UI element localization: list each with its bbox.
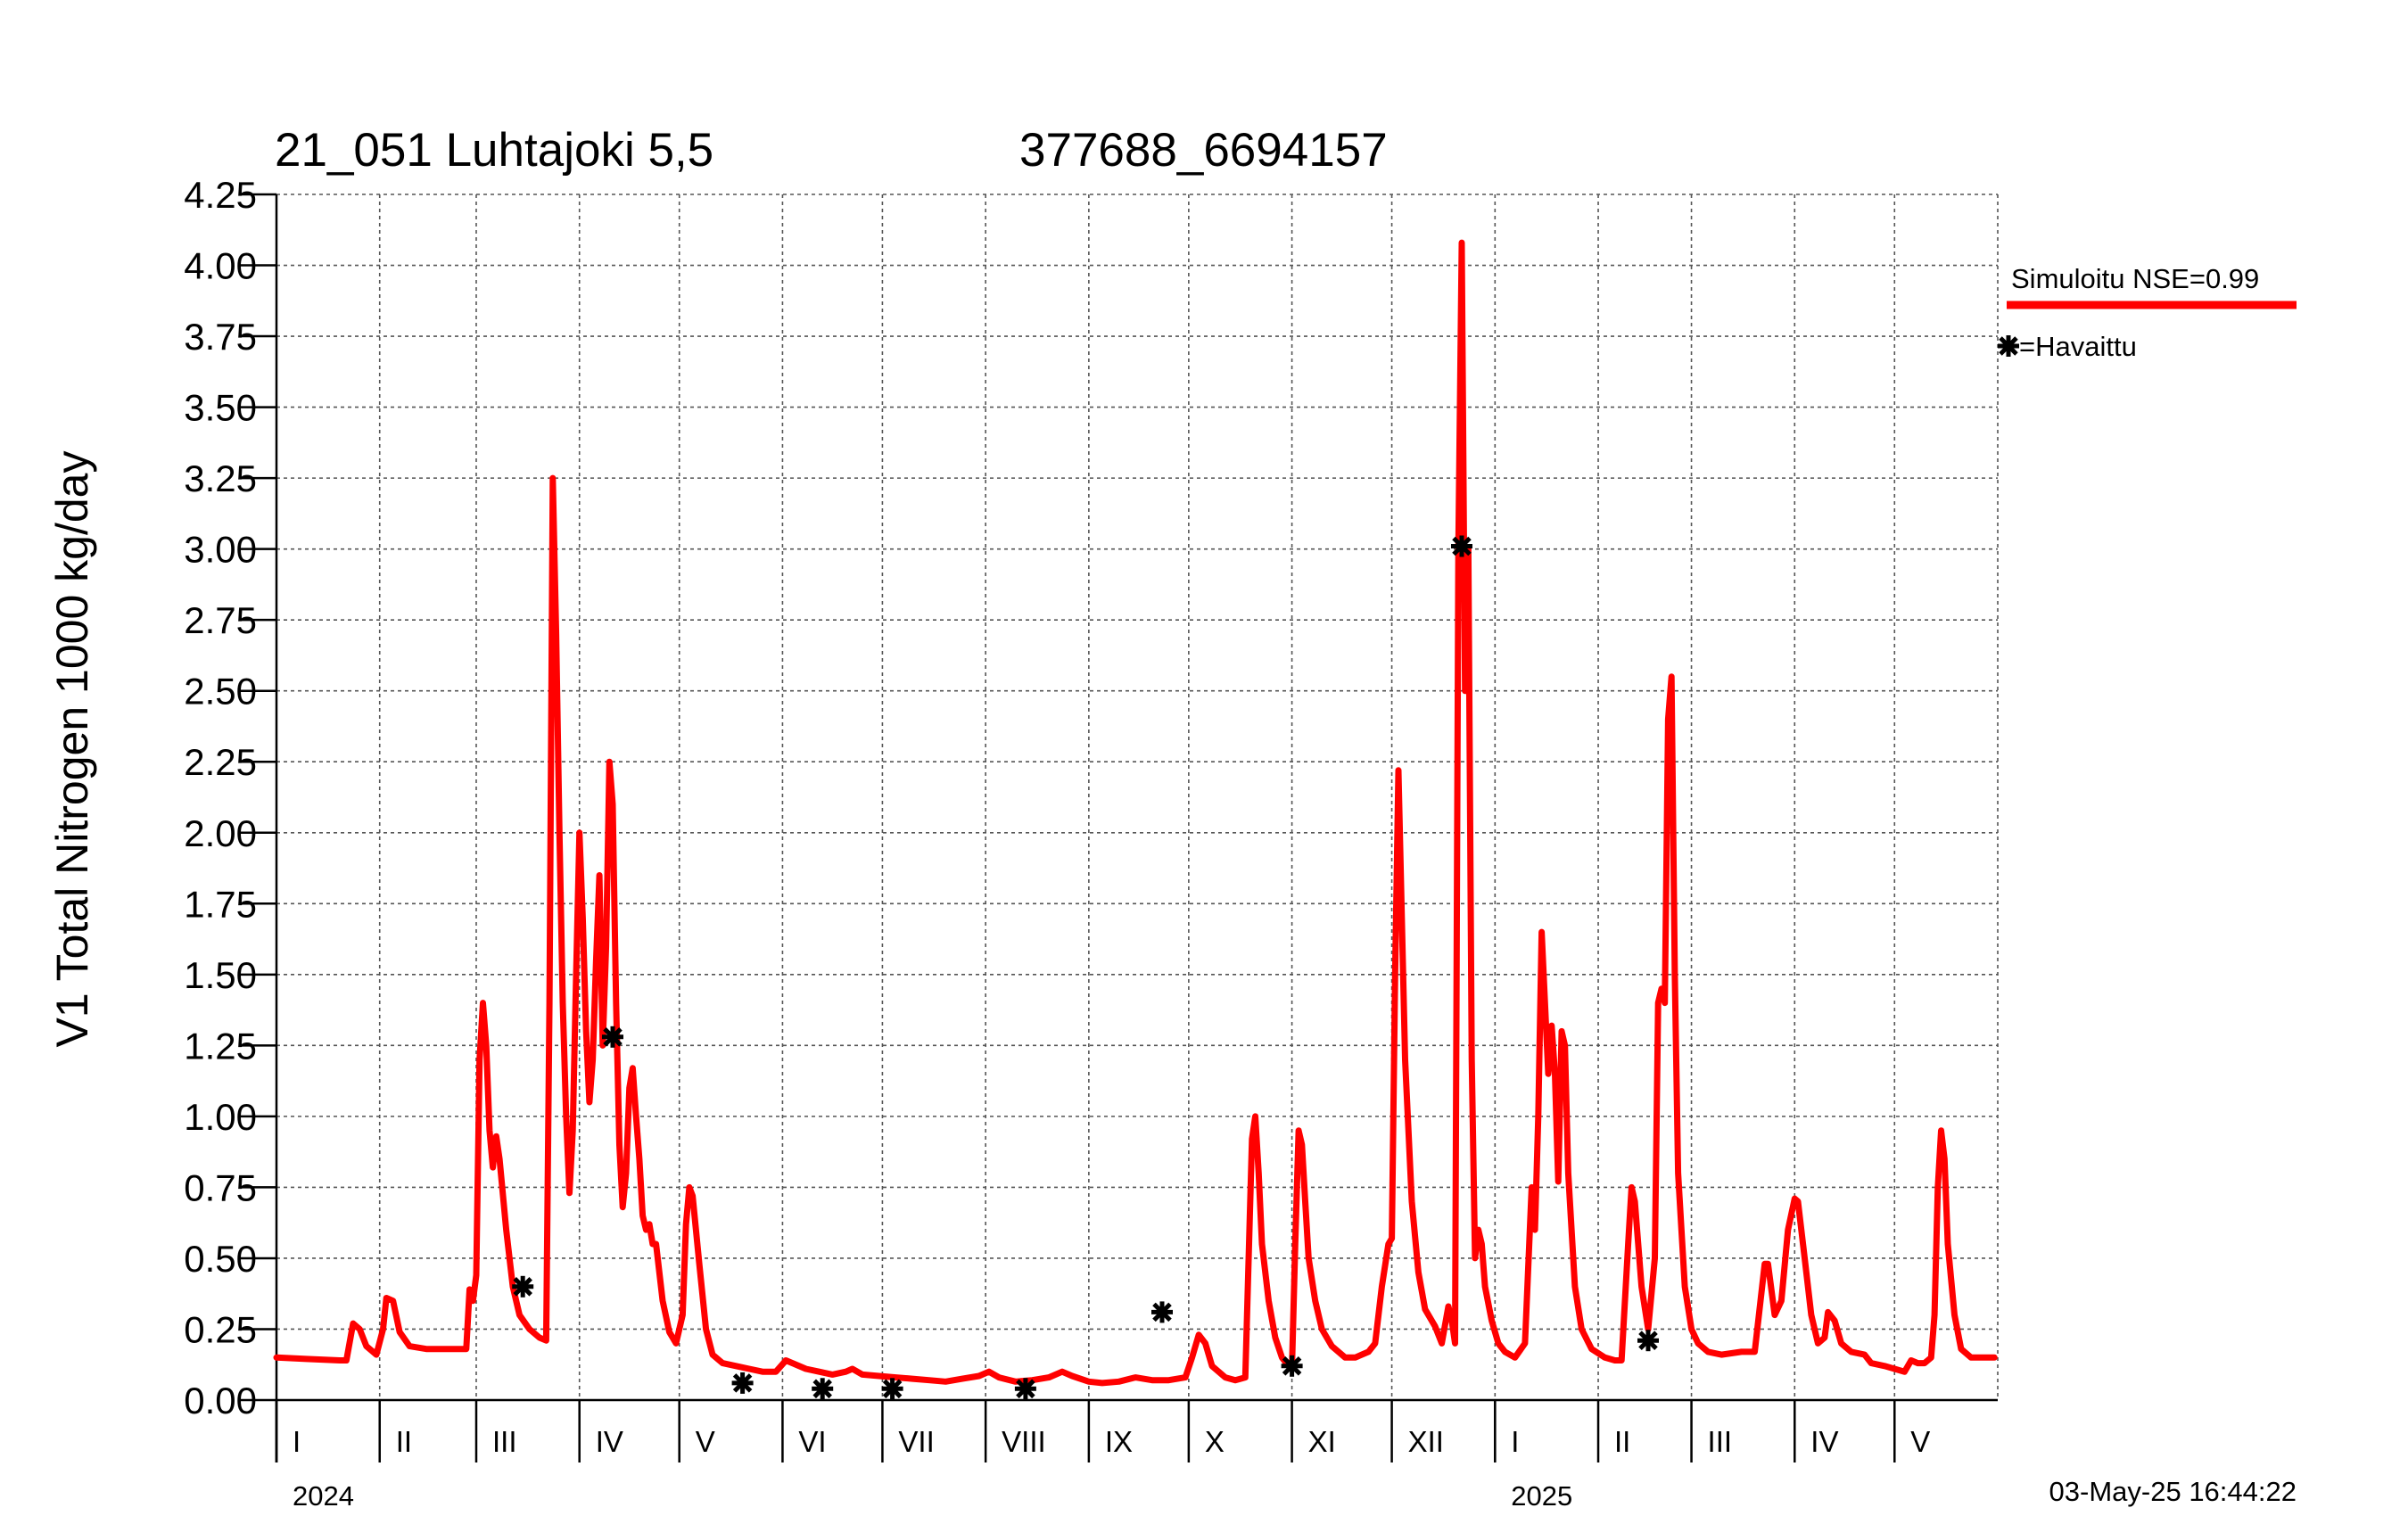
y-tick-label: 4.25	[184, 174, 257, 216]
nitrogen-timeseries-chart: 21_051 Luhtajoki 5,5 377688_6694157 0.00…	[47, 124, 2297, 1512]
y-tick-label: 4.00	[184, 245, 257, 287]
observation-marker	[1281, 1355, 1303, 1377]
observation-marker	[881, 1378, 903, 1400]
simulated-series-line	[273, 239, 1998, 1387]
observation-marker	[812, 1378, 834, 1400]
month-label: X	[1205, 1425, 1225, 1458]
y-tick-label: 3.00	[184, 529, 257, 571]
y-tick-label: 1.75	[184, 883, 257, 925]
observation-marker	[1451, 535, 1472, 557]
legend: Simuloitu NSE=0.99 =Havaittu	[1998, 263, 2297, 362]
y-tick-label: 2.75	[184, 599, 257, 641]
month-label: IV	[596, 1425, 623, 1458]
y-tick-label: 0.25	[184, 1308, 257, 1350]
grid-layer	[276, 194, 1999, 1400]
month-label: I	[1511, 1425, 1519, 1458]
y-tick-label: 1.00	[184, 1096, 257, 1138]
y-tick-label: 1.50	[184, 954, 257, 996]
y-tick-label: 3.25	[184, 457, 257, 499]
month-label: IV	[1810, 1425, 1838, 1458]
month-label: I	[293, 1425, 301, 1458]
y-tick-label: 2.00	[184, 812, 257, 854]
observation-marker	[602, 1026, 623, 1048]
legend-observed-label: =Havaittu	[2019, 331, 2137, 362]
month-label: III	[1708, 1425, 1733, 1458]
y-tick-label: 2.50	[184, 671, 257, 713]
observation-marker	[731, 1372, 754, 1394]
chart-title: 21_051 Luhtajoki 5,5	[275, 124, 713, 177]
y-tick-label: 0.00	[184, 1380, 257, 1421]
month-label: VIII	[1002, 1425, 1046, 1458]
y-tick-label: 0.50	[184, 1238, 257, 1280]
y-tick-labels: 0.00 0.25 0.50 0.75 1.00 1.25 1.50 1.75 2.00 2.25…	[184, 174, 257, 1421]
month-label: XI	[1308, 1425, 1336, 1458]
month-label: V	[1910, 1425, 1930, 1458]
y-tick-label: 1.25	[184, 1025, 257, 1067]
observation-marker	[512, 1275, 534, 1298]
observation-marker	[1014, 1378, 1036, 1400]
month-label: II	[396, 1425, 412, 1458]
y-tick-label: 3.75	[184, 316, 257, 358]
year-label: 2024	[293, 1480, 354, 1512]
series-layer	[273, 239, 1998, 1387]
observation-marker	[1151, 1301, 1173, 1323]
year-label: 2025	[1511, 1480, 1572, 1512]
legend-observed-marker	[1998, 335, 2019, 357]
month-label: V	[696, 1425, 715, 1458]
axis-layer	[239, 193, 1998, 1462]
y-tick-label: 3.50	[184, 387, 257, 429]
month-label: II	[1614, 1425, 1630, 1458]
month-label: XII	[1408, 1425, 1444, 1458]
month-label: VI	[798, 1425, 826, 1458]
month-label: VII	[898, 1425, 934, 1458]
observation-marker	[1637, 1330, 1659, 1352]
month-label: IX	[1105, 1425, 1133, 1458]
y-axis-label: V1 Total Nitrogen 1000 kg/day	[47, 451, 97, 1048]
x-month-labels: I II III IV V VI VII VIII IX X XI XII I II III IV V2024 2…	[293, 1425, 1930, 1512]
y-tick-label: 0.75	[184, 1166, 257, 1208]
y-tick-label: 2.25	[184, 741, 257, 783]
legend-simulated-label: Simuloitu NSE=0.99	[2011, 263, 2259, 294]
chart-subtitle: 377688_6694157	[1019, 124, 1388, 177]
timestamp: 03-May-25 16:44:22	[2049, 1476, 2297, 1507]
month-label: III	[492, 1425, 517, 1458]
